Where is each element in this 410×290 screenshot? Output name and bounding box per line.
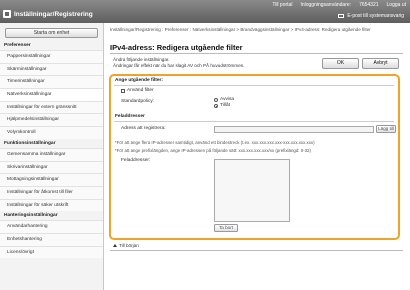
- sidebar-item-volume[interactable]: Volymkontroll: [0, 126, 103, 139]
- app-title: Inställningar/Registrering: [14, 11, 93, 18]
- use-filter-label: Använd filter: [127, 88, 154, 93]
- mail-admin-label: E-post till systemansvarig: [347, 13, 404, 19]
- sidebar-item-device-management[interactable]: Enhetshantering: [0, 232, 103, 246]
- settings-app-icon: [3, 10, 11, 18]
- login-user-id: 7654321: [359, 2, 379, 8]
- default-policy-label: Standardpolicy:: [121, 99, 155, 104]
- portal-link[interactable]: Till portal: [272, 2, 292, 8]
- sidebar: Starta om enhet Preferenser Pappersinstä…: [0, 23, 104, 290]
- login-user-label: Inloggningsanvändare:: [300, 2, 352, 8]
- sidebar-item-paper[interactable]: Pappersinställningar: [0, 50, 103, 63]
- add-button[interactable]: Lägg till: [376, 125, 396, 133]
- envelope-icon: [338, 14, 345, 18]
- sidebar-section-preferences: Preferenser: [4, 43, 31, 48]
- range-note: *För att ange flera IP-adresser samtidig…: [115, 140, 315, 145]
- exception-address-list[interactable]: [214, 159, 290, 222]
- info-text: Ändra följande inställningar. Ändringar …: [113, 57, 245, 69]
- filter-section-heading: Ange utgående filter:: [115, 78, 163, 83]
- bottom-divider: [110, 250, 403, 251]
- breadcrumb[interactable]: Inställningar/Registrering : Preferenser…: [110, 27, 400, 33]
- sidebar-item-display[interactable]: Skärminställningar: [0, 62, 103, 76]
- sidebar-section-management: Hanteringsinställningar: [4, 213, 58, 219]
- policy-allow-label: Tillåt: [220, 103, 230, 108]
- ok-button[interactable]: OK: [322, 58, 359, 69]
- restart-device-button[interactable]: Starta om enhet: [5, 28, 98, 38]
- logout-link[interactable]: Logga ut: [387, 2, 406, 8]
- back-to-top-link[interactable]: Till början: [113, 243, 139, 248]
- exception-section-heading: Feladdresser: [115, 114, 145, 119]
- top-bar: Inställningar/Registrering Till portal I…: [0, 0, 410, 23]
- mail-admin-link[interactable]: E-post till systemansvarig: [338, 13, 404, 19]
- policy-reject-label: Avvisa: [220, 97, 235, 102]
- address-input[interactable]: [214, 126, 374, 133]
- sidebar-item-secure-print[interactable]: Inställningar för säker utskrift: [0, 198, 103, 212]
- sidebar-item-network[interactable]: Nätverksinställningar: [0, 88, 103, 101]
- exception-list-label: Feladdresser:: [121, 158, 151, 163]
- delete-button[interactable]: Ta bort: [214, 224, 238, 232]
- sidebar-item-external-interface[interactable]: Inställningar för extern gränssnitt: [0, 100, 103, 114]
- sidebar-item-user-management[interactable]: Användarhantering: [0, 220, 103, 233]
- use-filter-checkbox[interactable]: [121, 89, 125, 93]
- policy-allow-radio[interactable]: [214, 104, 218, 108]
- back-to-top-label: Till början: [119, 243, 139, 248]
- top-links: Till portal Inloggningsanvändare: 765432…: [272, 2, 406, 8]
- info-line: Ändringar får effekt när du har slagit A…: [113, 63, 245, 68]
- sidebar-item-common[interactable]: Gemensamma inställningar: [0, 147, 103, 161]
- sidebar-item-license[interactable]: Licens/övrigt: [0, 245, 103, 259]
- sidebar-item-timer[interactable]: Timerinställningar: [0, 75, 103, 89]
- sidebar-item-printer[interactable]: Skrivarinställningar: [0, 160, 103, 174]
- arrow-up-icon: [113, 244, 117, 247]
- settings-panel: Ange utgående filter: Använd filter Stan…: [109, 74, 400, 240]
- title-divider: [110, 53, 403, 54]
- page-title: IPv4-adress: Redigera utgående filter: [110, 43, 243, 52]
- policy-reject-radio[interactable]: [214, 98, 218, 102]
- sidebar-item-receive[interactable]: Mottagningsinställningar: [0, 173, 103, 186]
- sidebar-item-file-access[interactable]: Inställningar för åtkomst till filer: [0, 185, 103, 199]
- sidebar-section-functions: Funktionsinställningar: [4, 140, 56, 146]
- section-divider: [114, 85, 394, 86]
- prefix-note: *För att ange prefixlängden, ange IP-adr…: [115, 148, 311, 153]
- sidebar-item-accessibility[interactable]: Hjälpmedelsinställningar: [0, 113, 103, 127]
- section-divider: [114, 121, 394, 122]
- address-label: Adress att registrera:: [121, 126, 166, 131]
- cancel-button[interactable]: Avbryt: [362, 58, 399, 69]
